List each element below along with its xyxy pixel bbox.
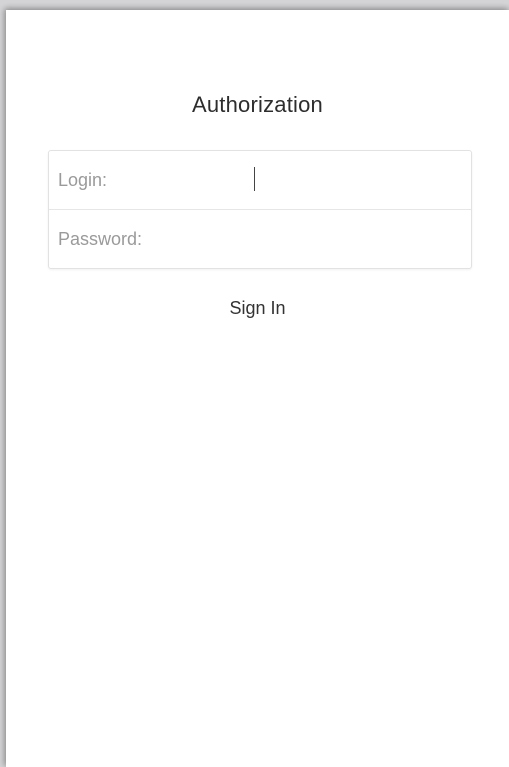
login-input[interactable]	[209, 163, 463, 197]
auth-window: Authorization Login: Password: Sign In	[6, 10, 509, 767]
sign-in-button[interactable]: Sign In	[219, 294, 295, 322]
login-row: Login:	[49, 151, 471, 209]
password-input[interactable]	[209, 222, 463, 256]
password-label: Password:	[58, 228, 143, 249]
password-row: Password:	[49, 209, 471, 268]
page-title: Authorization	[191, 92, 323, 117]
text-caret	[254, 167, 255, 191]
auth-form: Login: Password:	[48, 150, 472, 269]
login-label: Login:	[58, 169, 108, 190]
sign-in-area: Sign In	[6, 298, 509, 319]
